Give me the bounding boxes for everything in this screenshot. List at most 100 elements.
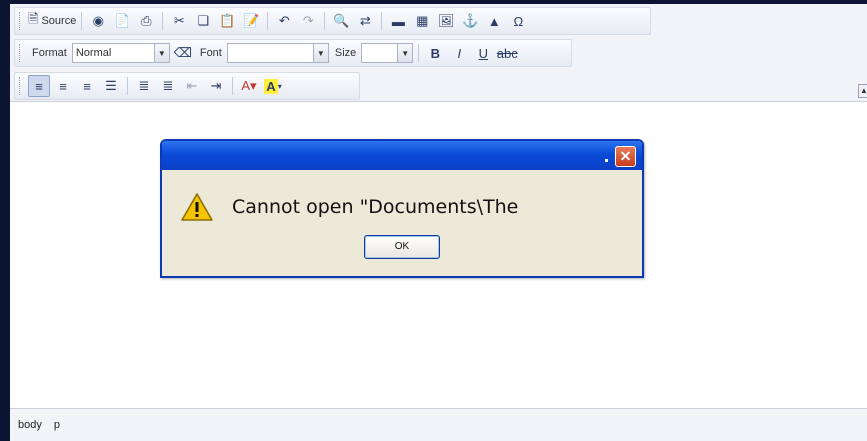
horizontal-rule-button[interactable]: ▬ <box>387 10 409 32</box>
horizontal-rule-icon: ▬ <box>391 13 405 29</box>
unordered-list-icon: ≣ <box>162 78 174 93</box>
error-dialog: ✕ Cannot open "Documents\The OK <box>160 139 644 278</box>
outdent-icon: ⇤ <box>186 78 198 93</box>
dialog-dot <box>605 159 608 162</box>
outdent-button[interactable]: ⇤ <box>181 75 203 97</box>
size-select[interactable]: ▼ <box>361 43 414 63</box>
flash-button[interactable]: ▲ <box>483 10 505 32</box>
paste-icon: 📋 <box>219 13 236 28</box>
anchor-icon: ⚓ <box>462 13 479 28</box>
redo-button[interactable]: ↷ <box>297 10 319 32</box>
toolbar-row-3: ≡ ≡ ≡ ☰ ≣ ≣ ⇤ ⇥ A▾ A ▾ <box>14 72 360 100</box>
align-center-button[interactable]: ≡ <box>52 75 74 97</box>
chevron-down-icon[interactable]: ▼ <box>312 44 328 62</box>
toolbar-grip[interactable] <box>19 12 23 30</box>
justify-button[interactable]: ☰ <box>100 75 122 97</box>
italic-icon: I <box>457 45 462 61</box>
print-icon: ⎙ <box>141 13 152 28</box>
save-button[interactable]: ◉ <box>87 10 109 32</box>
close-button[interactable]: ✕ <box>615 146 636 167</box>
strikethrough-button[interactable]: abc <box>496 42 518 64</box>
background-color-icon: A <box>264 78 278 94</box>
paste-word-icon: 📝 <box>243 13 260 28</box>
anchor-button[interactable]: ⚓ <box>459 10 481 32</box>
element-path-item[interactable]: body <box>18 419 42 431</box>
find-button[interactable]: 🔍 <box>330 10 352 32</box>
paste-word-button[interactable]: 📝 <box>240 10 262 32</box>
cut-icon: ✂ <box>173 13 185 28</box>
source-button[interactable]: 🗎 Source <box>28 10 76 32</box>
remove-format-button[interactable]: ⌫ <box>172 42 194 64</box>
underline-icon: U <box>478 45 488 61</box>
element-path-item[interactable]: p <box>54 419 60 431</box>
omega-icon: Ω <box>513 13 524 29</box>
image-button[interactable]: 🖼 <box>435 10 457 32</box>
close-icon: ✕ <box>619 148 632 164</box>
toolbar-separator <box>267 12 269 30</box>
text-color-button[interactable]: A▾ <box>238 75 260 97</box>
eraser-icon: ⌫ <box>173 45 193 60</box>
format-value: Normal <box>75 47 112 59</box>
chevron-down-icon[interactable]: ▼ <box>153 44 169 62</box>
warning-icon <box>180 192 214 227</box>
toolbar-separator <box>162 12 164 30</box>
print-button[interactable]: ⎙ <box>135 10 157 32</box>
align-center-icon: ≡ <box>59 78 67 94</box>
chevron-down-icon[interactable]: ▼ <box>397 44 413 62</box>
align-right-icon: ≡ <box>83 78 91 94</box>
save-icon: ◉ <box>92 13 104 28</box>
toolbar-separator <box>127 77 128 95</box>
toolbar-row-1: 🗎 Source ◉ 📄 ⎙ ✂ ❏ 📋 📝 ↶ ↷ 🔍 ⇄ ▬ ▦ 🖼 ⚓ ▲… <box>14 7 651 35</box>
format-label: Format <box>32 47 67 59</box>
element-path-bar: body p <box>10 408 867 441</box>
size-label: Size <box>334 47 357 59</box>
indent-button[interactable]: ⇥ <box>205 75 227 97</box>
table-icon: ▦ <box>416 13 429 28</box>
dialog-title-bar[interactable]: ✕ <box>162 141 642 170</box>
strikethrough-icon: abc <box>496 45 518 61</box>
image-icon: 🖼 <box>438 13 455 28</box>
underline-button[interactable]: U <box>472 42 494 64</box>
preview-icon: 📄 <box>114 13 131 28</box>
flash-icon: ▲ <box>487 13 501 29</box>
unordered-list-button[interactable]: ≣ <box>157 75 179 97</box>
cut-button[interactable]: ✂ <box>168 10 190 32</box>
toolbar-separator <box>324 12 326 30</box>
toolbar-separator <box>381 12 383 30</box>
table-button[interactable]: ▦ <box>411 10 433 32</box>
toolbar-grip[interactable] <box>19 77 23 95</box>
ordered-list-button[interactable]: ≣ <box>133 75 155 97</box>
collapse-toolbar-button[interactable]: ▲ <box>858 84 867 98</box>
bold-button[interactable]: B <box>424 42 446 64</box>
preview-button[interactable]: 📄 <box>111 10 133 32</box>
toolbar-row-2: Format Normal ▼ ⌫ Font ▼ Size ▼ B I U ab… <box>14 39 572 67</box>
undo-icon: ↶ <box>278 13 290 28</box>
special-char-button[interactable]: Ω <box>507 10 529 32</box>
indent-icon: ⇥ <box>210 78 222 93</box>
align-right-button[interactable]: ≡ <box>76 75 98 97</box>
find-icon: 🔍 <box>333 13 350 28</box>
copy-button[interactable]: ❏ <box>192 10 214 32</box>
ordered-list-icon: ≣ <box>138 78 150 93</box>
italic-button[interactable]: I <box>448 42 470 64</box>
bold-icon: B <box>430 45 440 61</box>
format-select[interactable]: Normal ▼ <box>71 43 170 63</box>
editor-toolbars: 🗎 Source ◉ 📄 ⎙ ✂ ❏ 📋 📝 ↶ ↷ 🔍 ⇄ ▬ ▦ 🖼 ⚓ ▲… <box>10 4 867 102</box>
copy-icon: ❏ <box>197 13 210 28</box>
replace-button[interactable]: ⇄ <box>354 10 376 32</box>
paste-button[interactable]: 📋 <box>216 10 238 32</box>
font-label: Font <box>199 47 222 59</box>
toolbar-separator <box>232 77 233 95</box>
font-select[interactable]: ▼ <box>226 43 329 63</box>
redo-icon: ↷ <box>302 13 314 28</box>
toolbar-grip[interactable] <box>19 44 23 62</box>
dialog-message: Cannot open "Documents\The <box>232 196 519 218</box>
toolbar-separator <box>418 44 420 62</box>
ok-button[interactable]: OK <box>364 235 440 259</box>
align-left-icon: ≡ <box>35 78 43 94</box>
align-left-button[interactable]: ≡ <box>28 75 50 97</box>
source-icon: 🗎 <box>28 11 39 26</box>
justify-icon: ☰ <box>105 78 117 93</box>
background-color-button[interactable]: A ▾ <box>262 75 284 97</box>
undo-button[interactable]: ↶ <box>273 10 295 32</box>
